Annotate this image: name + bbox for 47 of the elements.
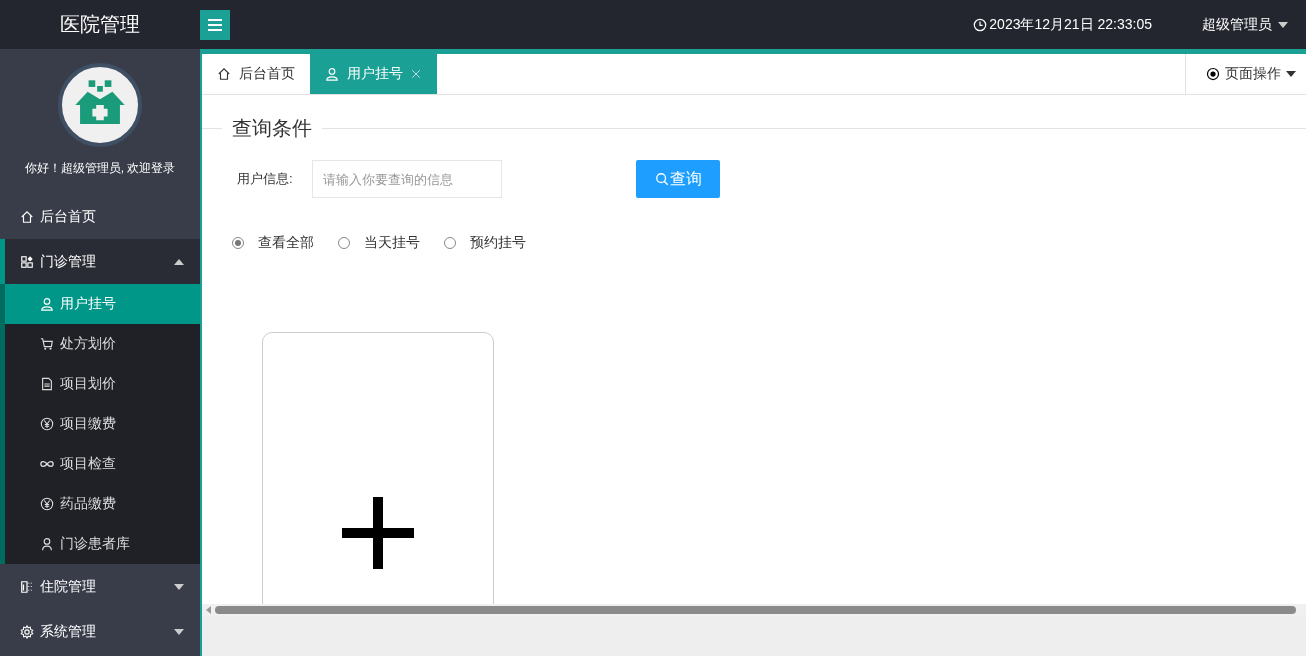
building-icon [20, 579, 34, 594]
radio-option[interactable]: 查看全部 [232, 234, 314, 252]
field-label: 用户信息: [237, 170, 294, 188]
plus-icon [342, 497, 414, 569]
search-field[interactable]: 请输入你要查询的信息 [312, 160, 502, 198]
caret-down-icon [1286, 71, 1296, 77]
home-icon [20, 209, 34, 224]
yen-icon [40, 417, 54, 431]
welcome-text: 你好！超级管理员, 欢迎登录 [24, 160, 176, 177]
submenu-item[interactable]: 项目划价 [5, 364, 200, 404]
date-time: 2023年12月21日 22:33:05 [989, 15, 1152, 34]
submenu-item[interactable]: 项目缴费 [5, 404, 200, 444]
cart-icon [40, 337, 54, 351]
horizontal-scrollbar[interactable] [202, 604, 1306, 616]
document-icon [40, 377, 54, 391]
caret-down-icon [1278, 21, 1288, 28]
person-icon [40, 537, 54, 551]
caret-down-icon [174, 628, 184, 635]
gear-icon [20, 624, 34, 639]
user-icon [325, 67, 339, 81]
menu-button[interactable] [200, 9, 230, 40]
submenu-item[interactable]: 项目检查 [5, 444, 200, 484]
search-icon [654, 172, 669, 186]
submenu-item[interactable]: 用户挂号 [5, 284, 200, 324]
radio-dot-icon [1206, 67, 1220, 81]
submenu-item[interactable]: 药品缴费 [5, 484, 200, 524]
yen-icon [40, 497, 54, 511]
user-menu[interactable]: 超级管理员 [1196, 14, 1294, 35]
submenu-item[interactable]: 门诊患者库 [5, 524, 200, 564]
sidebar-item[interactable]: 门诊管理 [0, 239, 200, 284]
radio-option[interactable]: 当天挂号 [338, 234, 420, 252]
menu-icon [207, 17, 223, 32]
caret-down-icon [174, 583, 184, 590]
sidebar-item[interactable]: 系统管理 [0, 609, 200, 654]
home-icon [217, 67, 231, 81]
sidebar-item[interactable]: 后台首页 [0, 194, 200, 239]
section-title: 查询条件 [231, 116, 313, 141]
close-icon[interactable] [411, 69, 421, 79]
app-title: 医院管理 [59, 12, 141, 37]
sidebar-item[interactable]: 住院管理 [0, 564, 200, 609]
user-icon [40, 297, 54, 311]
grid-icon [20, 254, 34, 269]
clock-icon [973, 17, 988, 32]
radio-option[interactable]: 预约挂号 [444, 234, 526, 252]
caret-up-icon [174, 258, 184, 265]
arrow-left-icon[interactable] [206, 606, 211, 614]
submenu-item[interactable]: 处方划价 [5, 324, 200, 364]
